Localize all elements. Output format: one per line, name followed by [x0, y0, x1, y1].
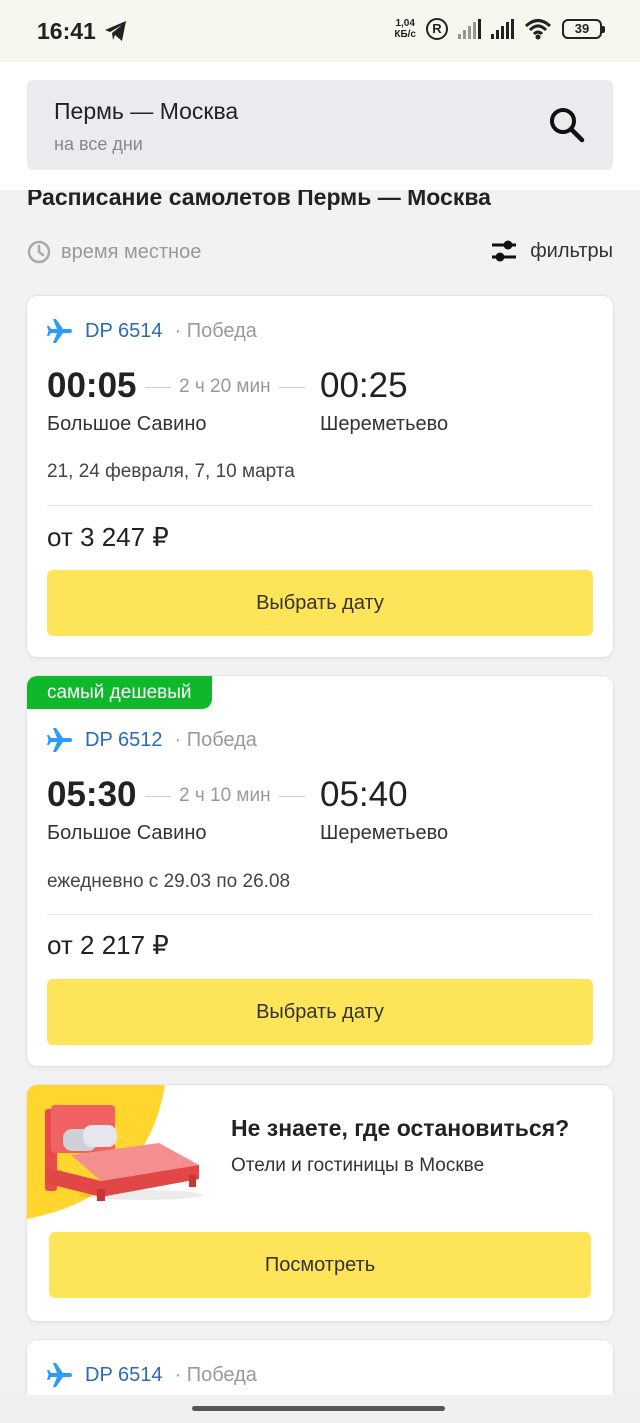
- timezone-label: время местное: [61, 240, 202, 263]
- flight-duration: 2 ч 10 мин: [145, 785, 305, 807]
- arrival-time: 00:25: [320, 366, 408, 405]
- flight-header: DP 6514 · Победа: [47, 318, 257, 344]
- search-route: Пермь — Москва: [54, 98, 239, 124]
- flight-dates: 21, 24 февраля, 7, 10 марта: [47, 461, 295, 482]
- network-speed-unit: КБ/с: [394, 29, 416, 40]
- page-title: Расписание самолетов Пермь — Москва: [27, 190, 491, 210]
- telegram-icon: [105, 21, 126, 41]
- flight-card: самый дешевый DP 6512 · Победа 05:30 2 ч…: [27, 676, 613, 1066]
- status-time: 16:41: [37, 18, 96, 44]
- search-icon[interactable]: [547, 105, 587, 145]
- battery-icon: 39: [562, 19, 605, 39]
- hotel-promo-card: Не знаете, где остановиться? Отели и гос…: [27, 1085, 613, 1321]
- select-date-button[interactable]: Выбрать дату: [47, 570, 593, 636]
- wifi-icon: [524, 19, 552, 40]
- departure-time: 00:05: [47, 366, 137, 405]
- system-nav-bar: [0, 1395, 640, 1423]
- signal-icon-2: [491, 19, 514, 39]
- airline-name-text: Победа: [186, 319, 257, 342]
- title-clip: Расписание самолетов Пермь — Москва: [0, 190, 640, 220]
- flight-header: DP 6514 · Победа: [47, 1362, 257, 1388]
- duration-line-right: [278, 795, 305, 797]
- flight-header: DP 6512 · Победа: [47, 727, 257, 753]
- cheapest-badge: самый дешевый: [27, 676, 212, 709]
- flight-dates: ежедневно с 29.03 по 26.08: [47, 871, 291, 892]
- flight-card: DP 6514 · Победа 00:05 2 ч 20 мин 00:25 …: [27, 296, 613, 657]
- bed-icon: [45, 1105, 203, 1201]
- flight-price: от 2 217 ₽: [47, 930, 169, 960]
- network-speed-value: 1,04: [395, 18, 415, 29]
- flight-number[interactable]: DP 6514: [85, 1364, 162, 1387]
- plane-icon: [47, 1363, 72, 1387]
- roaming-icon: R: [426, 18, 448, 40]
- select-date-button[interactable]: Выбрать дату: [47, 979, 593, 1045]
- signal-icon-1: [458, 19, 481, 39]
- airline-name-text: Победа: [186, 1363, 257, 1386]
- duration-line-left: [145, 386, 171, 388]
- departure-airport: Большое Савино: [47, 413, 207, 435]
- flight-duration: 2 ч 20 мин: [145, 376, 305, 398]
- plane-icon: [47, 319, 72, 343]
- arrival-time: 05:40: [320, 775, 408, 814]
- status-icons: 1,04 КБ/с R 39: [394, 18, 605, 40]
- departure-airport: Большое Савино: [47, 822, 207, 844]
- duration-text: 2 ч 10 мин: [179, 785, 271, 806]
- plane-icon: [47, 728, 72, 752]
- arrival-airport: Шереметьево: [320, 413, 449, 435]
- duration-line-right: [278, 386, 305, 388]
- home-gesture-handle[interactable]: [192, 1406, 445, 1411]
- arrival-airport: Шереметьево: [320, 822, 449, 844]
- view-hotels-button[interactable]: Посмотреть: [49, 1232, 591, 1298]
- airline-name: · Победа: [174, 319, 257, 342]
- header: Пермь — Москва на все дни: [0, 62, 640, 190]
- filters-button[interactable]: фильтры: [490, 238, 613, 264]
- filters-icon: [492, 240, 517, 262]
- duration-text: 2 ч 20 мин: [179, 376, 271, 397]
- search-days: на все дни: [54, 134, 143, 154]
- network-speed: 1,04 КБ/с: [394, 18, 416, 40]
- departure-time: 05:30: [47, 775, 137, 814]
- duration-line-left: [145, 795, 171, 797]
- filters-label: фильтры: [530, 239, 613, 262]
- card-divider: [47, 505, 593, 506]
- search-box[interactable]: Пермь — Москва на все дни: [27, 80, 613, 170]
- card-divider: [47, 914, 593, 915]
- status-bar: 16:41 1,04 КБ/с R 39: [0, 0, 640, 62]
- promo-title: Не знаете, где остановиться?: [231, 1115, 570, 1141]
- airline-name: · Победа: [174, 1363, 257, 1386]
- flight-number[interactable]: DP 6514: [85, 320, 162, 343]
- airline-name: · Победа: [174, 728, 257, 751]
- timezone-note: время местное: [27, 240, 201, 264]
- promo-subtitle: Отели и гостиницы в Москве: [231, 1155, 485, 1176]
- flight-price: от 3 247 ₽: [47, 522, 169, 552]
- airline-name-text: Победа: [186, 728, 257, 751]
- flight-number[interactable]: DP 6512: [85, 729, 162, 752]
- clock-icon: [27, 240, 51, 264]
